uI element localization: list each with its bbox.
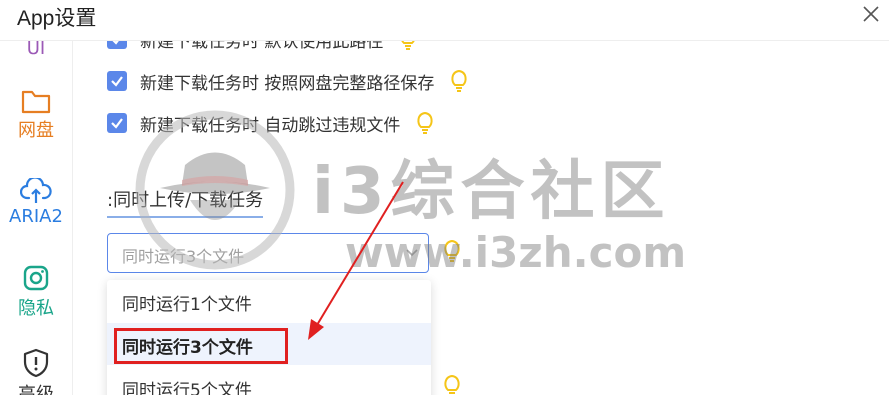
setting-row-default-path: 新建下载任务时 默认使用此路径 xyxy=(107,40,417,52)
checkbox-full-path[interactable] xyxy=(107,71,127,91)
lightbulb-icon[interactable] xyxy=(450,69,468,93)
sidebar-item-netdisk[interactable]: 网盘 xyxy=(0,88,72,142)
lightbulb-icon[interactable] xyxy=(443,239,461,263)
select-value: 同时运行3个文件 xyxy=(122,247,245,266)
sidebar-item-label: 网盘 xyxy=(18,120,54,141)
sidebar-item-aria2[interactable]: ARIA2 xyxy=(0,178,72,227)
title-bar: App设置 xyxy=(0,0,889,41)
sidebar-item-label: UI xyxy=(26,40,46,59)
chevron-down-icon xyxy=(406,249,418,257)
dropdown-option[interactable]: 同时运行5个文件 xyxy=(107,366,431,395)
lightbulb-icon[interactable] xyxy=(443,374,461,395)
sidebar-item-label: 隐私 xyxy=(18,298,54,319)
check-icon xyxy=(111,118,123,129)
sidebar: UI 网盘 ARIA2 隐私 高级 xyxy=(0,40,73,395)
settings-panel: 新建下载任务时 默认使用此路径 新建下载任务时 按照网盘完整路径保存 新建下载任… xyxy=(73,40,889,395)
setting-row-full-path: 新建下载任务时 按照网盘完整路径保存 xyxy=(107,68,468,94)
option-label: 同时运行1个文件 xyxy=(122,295,252,315)
lightbulb-icon[interactable] xyxy=(399,40,417,51)
checkbox-skip-violations[interactable] xyxy=(107,113,127,133)
checkbox-default-path[interactable] xyxy=(107,40,127,49)
check-icon xyxy=(111,76,123,87)
setting-label: 新建下载任务时 自动跳过违规文件 xyxy=(140,115,401,136)
concurrent-tasks-dropdown: 同时运行1个文件 同时运行3个文件 同时运行5个文件 xyxy=(107,280,431,395)
close-button[interactable] xyxy=(859,2,883,26)
sidebar-item-label: 高级 xyxy=(18,384,54,395)
instagram-icon xyxy=(23,265,49,291)
sidebar-item-ui[interactable]: UI xyxy=(0,40,72,59)
dropdown-option-selected[interactable]: 同时运行3个文件 xyxy=(107,323,431,365)
option-label: 同时运行5个文件 xyxy=(122,381,252,395)
concurrent-tasks-select[interactable]: 同时运行3个文件 xyxy=(107,233,429,273)
setting-label: 新建下载任务时 按照网盘完整路径保存 xyxy=(140,73,435,94)
sidebar-item-label: ARIA2 xyxy=(9,206,63,227)
close-icon[interactable] xyxy=(859,2,883,26)
lightbulb-icon[interactable] xyxy=(416,111,434,135)
concurrent-tasks-label: :同时上传/下载任务 xyxy=(107,186,264,218)
folder-icon xyxy=(21,90,51,114)
sidebar-item-advanced[interactable]: 高级 xyxy=(0,348,72,395)
option-label: 同时运行3个文件 xyxy=(122,338,253,358)
dropdown-option[interactable]: 同时运行1个文件 xyxy=(107,280,431,322)
cloud-upload-icon xyxy=(20,178,52,203)
setting-row-skip-violations: 新建下载任务时 自动跳过违规文件 xyxy=(107,110,434,136)
shield-alert-icon xyxy=(23,348,49,378)
sidebar-item-privacy[interactable]: 隐私 xyxy=(0,264,72,320)
window-title: App设置 xyxy=(17,7,97,30)
setting-label: 新建下载任务时 默认使用此路径 xyxy=(140,40,384,52)
